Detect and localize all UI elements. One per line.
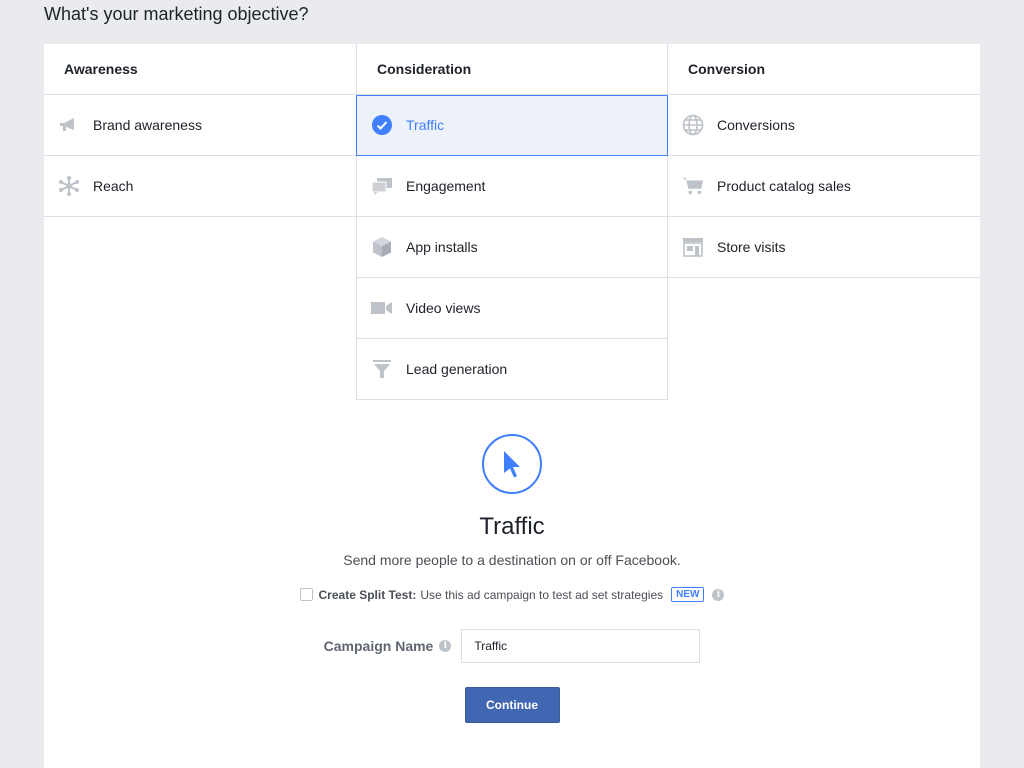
objective-engagement[interactable]: Engagement: [356, 156, 668, 217]
page-title: What's your marketing objective?: [44, 4, 309, 24]
check-circle-icon: [371, 114, 393, 136]
objective-store-visits[interactable]: Store visits: [668, 217, 980, 278]
column-awareness: Awareness Brand awareness Reach: [44, 44, 356, 400]
column-header-conversion: Conversion: [668, 44, 980, 95]
objective-label: Product catalog sales: [717, 178, 851, 194]
split-test-row: Create Split Test: Use this ad campaign …: [44, 587, 980, 602]
campaign-name-label: Campaign Name: [323, 638, 434, 654]
objective-reach[interactable]: Reach: [44, 156, 356, 217]
objective-traffic[interactable]: Traffic: [356, 95, 668, 156]
objective-label: Engagement: [406, 178, 486, 194]
info-icon[interactable]: i: [712, 588, 725, 601]
video-camera-icon: [371, 297, 393, 319]
split-test-label: Create Split Test:: [318, 587, 417, 602]
campaign-name-row: Campaign Name i: [44, 629, 980, 663]
objective-product-catalog-sales[interactable]: Product catalog sales: [668, 156, 980, 217]
split-test-text: Use this ad campaign to test ad set stra…: [420, 587, 664, 602]
column-consideration: Consideration Traffic Engagement App ins…: [356, 44, 668, 400]
objective-label: Store visits: [717, 239, 786, 255]
split-test-checkbox[interactable]: [299, 588, 313, 601]
megaphone-icon: [58, 114, 80, 136]
funnel-icon: [371, 358, 393, 380]
objective-label: Brand awareness: [93, 117, 202, 133]
store-icon: [682, 236, 704, 258]
objective-detail: Traffic Send more people to a destinatio…: [44, 434, 980, 723]
new-badge: NEW: [671, 587, 705, 602]
objective-label: Conversions: [717, 117, 795, 133]
objective-label: App installs: [406, 239, 478, 255]
objective-conversions[interactable]: Conversions: [668, 95, 980, 156]
objective-label: Reach: [93, 178, 134, 194]
objective-panel: Awareness Brand awareness Reach Consider…: [44, 44, 980, 768]
objective-app-installs[interactable]: App installs: [356, 217, 668, 278]
objective-video-views[interactable]: Video views: [356, 278, 668, 339]
speech-bubbles-icon: [371, 175, 393, 197]
box-icon: [371, 236, 393, 258]
info-icon[interactable]: i: [439, 640, 452, 652]
objective-lead-generation[interactable]: Lead generation: [356, 339, 668, 400]
objective-label: Lead generation: [406, 361, 508, 377]
detail-title: Traffic: [479, 513, 545, 540]
globe-icon: [682, 114, 704, 136]
objective-grid: Awareness Brand awareness Reach Consider…: [44, 44, 980, 400]
objective-label: Video views: [406, 300, 481, 316]
detail-description: Send more people to a destination on or …: [343, 552, 681, 568]
objective-brand-awareness[interactable]: Brand awareness: [44, 95, 356, 156]
column-header-awareness: Awareness: [44, 44, 356, 95]
objective-label: Traffic: [406, 117, 445, 133]
column-conversion: Conversion Conversions Product catalog s…: [668, 44, 980, 400]
cursor-icon: [482, 434, 542, 494]
campaign-name-input[interactable]: [461, 629, 701, 663]
continue-button[interactable]: Continue: [464, 687, 560, 723]
column-header-consideration: Consideration: [356, 44, 668, 95]
cart-icon: [682, 175, 704, 197]
reach-icon: [58, 175, 80, 197]
